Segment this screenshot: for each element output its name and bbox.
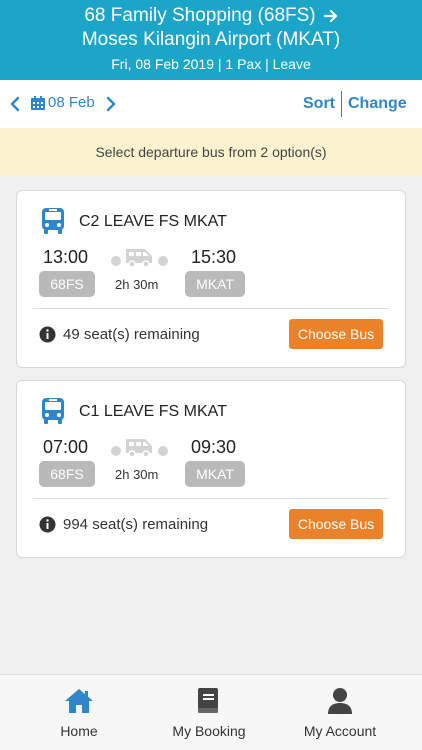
info-icon: [39, 516, 56, 533]
divider: [341, 91, 342, 117]
departure-code-badge: 68FS: [39, 461, 95, 487]
card-divider: [33, 498, 389, 499]
van-icon: [123, 436, 155, 458]
route-dot: [111, 256, 121, 266]
tab-my-booking[interactable]: My Booking: [160, 675, 258, 750]
bus-option-card: C2 LEAVE FS MKAT 13:00 15:30 68FS 2h 30m…: [16, 190, 406, 368]
tab-my-booking-label: My Booking: [172, 723, 246, 739]
seats-remaining: 994 seat(s) remaining: [63, 516, 209, 533]
departure-time: 13:00: [43, 247, 89, 267]
book-icon: [198, 688, 218, 713]
selected-date[interactable]: 08 Feb: [48, 94, 95, 112]
sort-button[interactable]: Sort: [303, 94, 335, 114]
destination-title: Moses Kilangin Airport (MKAT): [81, 29, 341, 50]
arrival-time: 09:30: [191, 437, 237, 457]
departure-time: 07:00: [43, 437, 89, 457]
route-dot: [111, 446, 121, 456]
trip-duration: 2h 30m: [115, 277, 159, 292]
options-notice: Select departure bus from 2 option(s): [0, 128, 422, 176]
home-icon: [65, 689, 93, 713]
route-name: C1 LEAVE FS MKAT: [79, 403, 227, 420]
card-divider: [33, 308, 389, 309]
chevron-left-icon[interactable]: [8, 95, 22, 113]
route-dot: [158, 256, 168, 266]
tab-my-account-label: My Account: [303, 723, 377, 739]
info-icon: [39, 326, 56, 343]
calendar-icon[interactable]: [30, 95, 46, 111]
user-icon: [328, 688, 352, 714]
route-name: C2 LEAVE FS MKAT: [79, 213, 227, 230]
arrival-code-badge: MKAT: [185, 271, 245, 297]
choose-bus-button[interactable]: Choose Bus: [289, 319, 383, 349]
tab-my-account[interactable]: My Account: [290, 675, 390, 750]
arrow-right-icon: [323, 7, 338, 29]
seats-remaining: 49 seat(s) remaining: [63, 326, 200, 343]
arrival-time: 15:30: [191, 247, 237, 267]
route-header: 68 Family Shopping (68FS) Moses Kilangin…: [0, 0, 422, 80]
bottom-tab-bar: Home My Booking My Account: [0, 674, 422, 750]
date-bar: 08 Feb Sort Change: [0, 80, 422, 128]
route-dot: [158, 446, 168, 456]
origin-title: 68 Family Shopping (68FS): [84, 5, 316, 26]
tab-home[interactable]: Home: [40, 675, 118, 750]
trip-duration: 2h 30m: [115, 467, 159, 482]
tab-home-label: Home: [60, 723, 98, 739]
choose-bus-button[interactable]: Choose Bus: [289, 509, 383, 539]
van-icon: [123, 246, 155, 268]
bus-icon: [41, 397, 65, 425]
bus-icon: [41, 207, 65, 235]
change-button[interactable]: Change: [348, 94, 407, 114]
chevron-right-icon[interactable]: [104, 95, 118, 113]
trip-details: Fri, 08 Feb 2019 | 1 Pax | Leave: [111, 56, 311, 72]
arrival-code-badge: MKAT: [185, 461, 245, 487]
bus-option-card: C1 LEAVE FS MKAT 07:00 09:30 68FS 2h 30m…: [16, 380, 406, 558]
departure-code-badge: 68FS: [39, 271, 95, 297]
